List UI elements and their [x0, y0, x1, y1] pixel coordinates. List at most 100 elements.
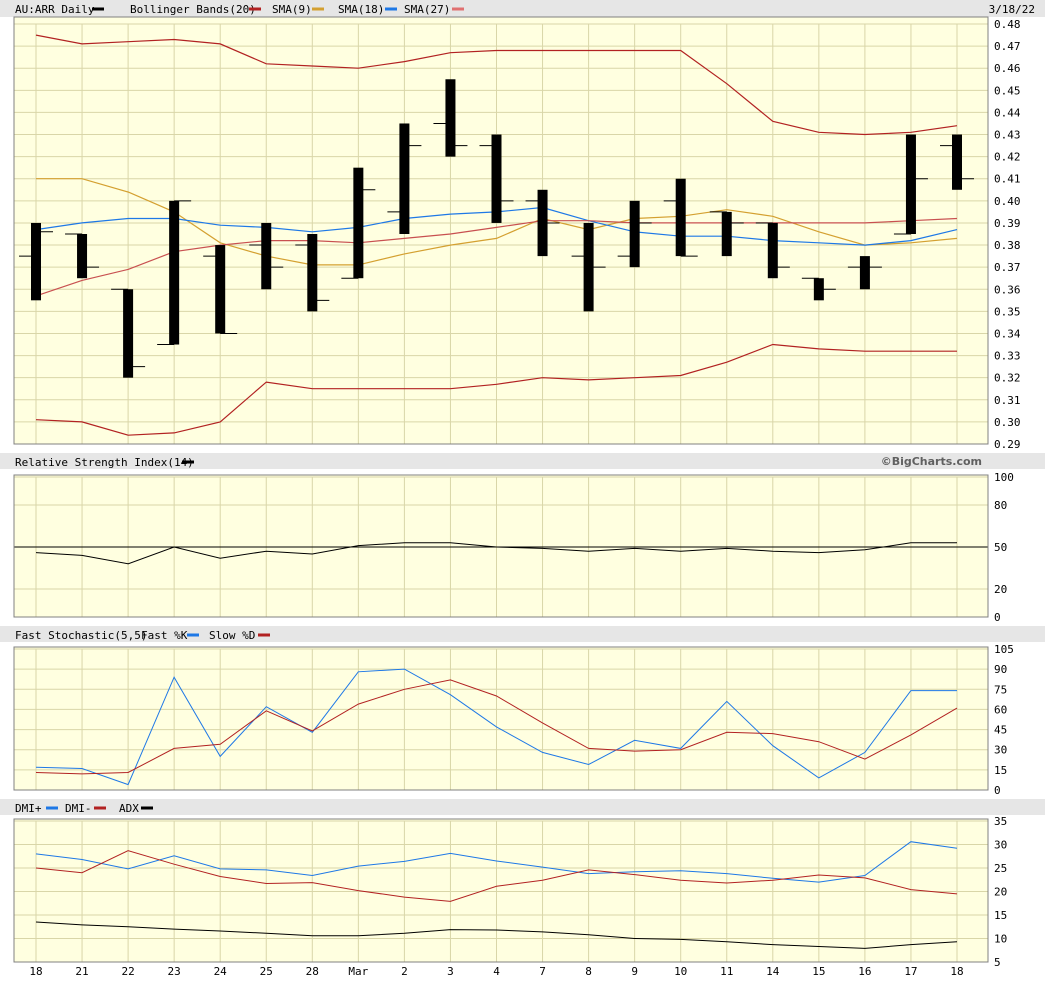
y-tick-label: 0.42 — [994, 151, 1021, 164]
x-tick-label: 18 — [29, 965, 42, 978]
y-tick-label: 20 — [994, 886, 1007, 899]
y-tick-label: 35 — [994, 815, 1007, 828]
dmi-legend-label-adx: ADX — [119, 802, 139, 815]
y-tick-label: 100 — [994, 471, 1014, 484]
y-tick-label: 50 — [994, 541, 1007, 554]
ohlc-range — [952, 134, 962, 190]
stock-chart: AU:ARR Daily Bollinger Bands(20) SMA(9) … — [0, 0, 1045, 978]
ohlc-range — [767, 222, 778, 279]
stoch-legend-label-k: Fast %K — [141, 629, 188, 642]
y-tick-label: 90 — [994, 663, 1007, 676]
ohlc-range — [491, 134, 502, 223]
stoch-title: Fast Stochastic(5,5) — [15, 629, 147, 642]
y-tick-label: 0.35 — [994, 305, 1021, 318]
legend-label-bollinger: Bollinger Bands(20) — [130, 3, 256, 16]
y-tick-label: 0.39 — [994, 217, 1021, 230]
x-tick-label: 2 — [401, 965, 408, 978]
ohlc-range — [905, 134, 916, 234]
x-tick-label: 8 — [585, 965, 592, 978]
stoch-legend-label-d: Slow %D — [209, 629, 255, 642]
stoch-panel-y-axis: 105 90 75 60 45 30 15 0 — [994, 643, 1014, 797]
ohlc-range — [629, 200, 640, 268]
y-tick-label: 0.33 — [994, 350, 1021, 363]
copyright: ©BigCharts.com — [881, 455, 982, 468]
y-tick-label: 60 — [994, 703, 1007, 716]
x-tick-label: 24 — [214, 965, 228, 978]
y-tick-label: 20 — [994, 583, 1007, 596]
y-tick-label: 0.44 — [994, 106, 1021, 119]
dmi-panel-bg — [14, 819, 988, 962]
price-panel-y-axis: 0.48 0.47 0.46 0.45 0.44 0.43 0.42 0.41 0.40 0.39… — [994, 18, 1021, 451]
y-tick-label: 0.41 — [994, 173, 1021, 186]
y-tick-label: 0.30 — [994, 416, 1021, 429]
dmi-header-bar — [0, 799, 1045, 815]
y-tick-label: 0.36 — [994, 283, 1021, 296]
y-tick-label: 75 — [994, 683, 1007, 696]
ohlc-range — [721, 211, 732, 257]
y-tick-label: 10 — [994, 933, 1007, 946]
y-tick-label: 0.46 — [994, 62, 1021, 75]
ohlc-range — [675, 178, 686, 257]
y-tick-label: 0.48 — [994, 18, 1021, 31]
legend-label-sma9: SMA(9) — [272, 3, 312, 16]
y-tick-label: 45 — [994, 724, 1007, 737]
chart-symbol: AU:ARR Daily — [15, 3, 95, 16]
x-tick-label: 4 — [493, 965, 500, 978]
ohlc-range — [31, 222, 41, 301]
y-tick-label: 0 — [994, 611, 1001, 624]
y-tick-label: 0.38 — [994, 239, 1021, 252]
x-tick-label: 15 — [812, 965, 825, 978]
y-tick-label: 0 — [994, 784, 1001, 797]
dmi-legend-label-minus: DMI- — [65, 802, 92, 815]
x-tick-label: 17 — [904, 965, 917, 978]
dmi-panel-y-axis: 35 30 25 20 15 10 5 — [994, 815, 1007, 969]
ohlc-range — [353, 167, 364, 279]
x-tick-label: 18 — [950, 965, 963, 978]
x-tick-label: 16 — [858, 965, 871, 978]
price-panel-bg — [14, 17, 988, 444]
y-tick-label: 0.45 — [994, 84, 1021, 97]
legend-label-sma27: SMA(27) — [404, 3, 450, 16]
y-tick-label: 0.31 — [994, 394, 1021, 407]
x-tick-label: Mar — [348, 965, 368, 978]
rsi-panel-y-axis: 100 80 50 20 0 — [994, 471, 1014, 624]
ohlc-range — [215, 245, 226, 334]
y-tick-label: 0.32 — [994, 372, 1021, 385]
x-tick-label: 10 — [674, 965, 687, 978]
x-tick-label: 11 — [720, 965, 733, 978]
x-tick-label: 22 — [121, 965, 134, 978]
x-tick-label: 3 — [447, 965, 454, 978]
y-tick-label: 5 — [994, 956, 1001, 969]
x-tick-label: 7 — [539, 965, 546, 978]
main-legend: Bollinger Bands(20) SMA(9) SMA(18) SMA(2… — [92, 3, 464, 16]
y-tick-label: 80 — [994, 499, 1007, 512]
stoch-panel-bg — [14, 647, 988, 790]
y-tick-label: 30 — [994, 839, 1007, 852]
y-tick-label: 0.34 — [994, 327, 1021, 340]
ohlc-range — [307, 234, 318, 312]
x-tick-label: 25 — [260, 965, 273, 978]
y-tick-label: 0.37 — [994, 261, 1021, 274]
rsi-title: Relative Strength Index(14) — [15, 456, 194, 469]
y-tick-label: 0.43 — [994, 129, 1021, 142]
dmi-legend-label-plus: DMI+ — [15, 802, 42, 815]
y-tick-label: 0.47 — [994, 40, 1021, 53]
legend-label-sma18: SMA(18) — [338, 3, 384, 16]
x-axis-labels: 18 21 22 23 24 25 28 Mar 2 3 4 7 8 9 10 11 14 15 16 17 18 — [29, 965, 963, 978]
ohlc-range — [123, 289, 134, 378]
x-tick-label: 14 — [766, 965, 780, 978]
y-tick-label: 30 — [994, 744, 1007, 757]
ohlc-range — [77, 234, 88, 279]
y-tick-label: 15 — [994, 909, 1007, 922]
ohlc-range — [261, 222, 272, 290]
y-tick-label: 0.29 — [994, 438, 1021, 451]
ohlc-range — [445, 79, 456, 157]
x-tick-label: 21 — [75, 965, 88, 978]
ohlc-range — [169, 200, 180, 345]
ohlc-range — [859, 256, 870, 290]
chart-date: 3/18/22 — [989, 3, 1035, 16]
x-tick-label: 28 — [306, 965, 319, 978]
y-tick-label: 15 — [994, 764, 1007, 777]
y-tick-label: 105 — [994, 643, 1014, 656]
x-tick-label: 9 — [631, 965, 638, 978]
